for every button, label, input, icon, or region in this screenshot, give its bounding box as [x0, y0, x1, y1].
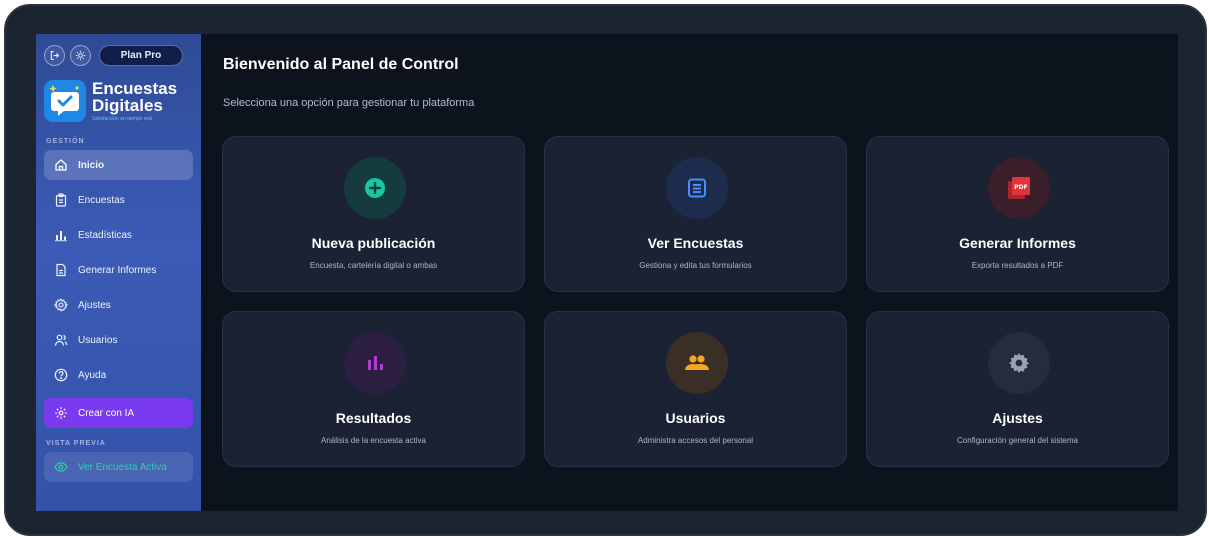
card-description: Encuesta, cartelería digital o ambas: [309, 261, 438, 270]
view-active-survey-label: Ver Encuesta Activa: [78, 461, 167, 473]
plus-circle-icon: [365, 178, 385, 198]
logout-button[interactable]: [44, 44, 65, 66]
sidebar-item-label: Generar Informes: [78, 264, 157, 276]
card-icon-bg: PDF: [988, 157, 1050, 219]
sidebar-item-estadisticas[interactable]: Estadísticas: [44, 220, 193, 250]
sidebar: Plan Pro Encuestas Digitales Satisfacció…: [36, 34, 201, 511]
page-title: Bienvenido al Panel de Control: [223, 56, 459, 73]
sidebar-item-usuarios[interactable]: Usuarios: [44, 325, 193, 355]
sun-icon: [75, 50, 86, 60]
svg-text:PDF: PDF: [1014, 184, 1027, 191]
pdf-icon: PDF: [1008, 177, 1030, 199]
app-window: Plan Pro Encuestas Digitales Satisfacció…: [36, 34, 1178, 511]
sparkle-icon: [54, 406, 68, 420]
document-icon: [54, 263, 68, 277]
sidebar-item-label: Inicio: [78, 159, 105, 171]
gear-icon: [1009, 353, 1030, 373]
card-icon-bg: [344, 157, 406, 219]
card-generar-informes[interactable]: PDF Generar Informes Exporta resultados …: [866, 136, 1169, 292]
help-icon: [54, 368, 68, 382]
sidebar-item-ayuda[interactable]: Ayuda: [44, 360, 193, 390]
card-title: Usuarios: [665, 410, 726, 426]
sidebar-item-generar-informes[interactable]: Generar Informes: [44, 255, 193, 285]
brand-logo: [44, 80, 86, 122]
gear-icon: [54, 298, 68, 312]
card-description: Gestiona y edita tus formularios: [639, 261, 752, 270]
bar-chart-icon: [368, 356, 383, 370]
brand: Encuestas Digitales Satisfacción en tiem…: [44, 78, 193, 124]
card-title: Ajustes: [992, 410, 1043, 426]
card-description: Análisis de la encuesta activa: [321, 436, 426, 445]
section-label-vista-previa: VISTA PREVIA: [46, 440, 106, 447]
eye-icon: [54, 460, 68, 474]
card-title: Generar Informes: [959, 235, 1076, 251]
view-active-survey-button[interactable]: Ver Encuesta Activa: [44, 452, 193, 482]
sidebar-item-label: Ajustes: [78, 299, 111, 311]
bar-chart-icon: [54, 228, 68, 242]
card-title: Nueva publicación: [311, 235, 436, 251]
main-content: Bienvenido al Panel de Control Seleccion…: [201, 34, 1178, 511]
page-subtitle: Selecciona una opción para gestionar tu …: [223, 97, 475, 109]
create-with-ai-button[interactable]: Crear con IA: [44, 398, 193, 428]
card-icon-bg: [988, 332, 1050, 394]
brand-title-line1: Encuestas: [92, 78, 178, 98]
card-description: Administra accesos del personal: [637, 436, 754, 445]
sidebar-item-label: Ayuda: [78, 369, 107, 381]
home-icon: [54, 158, 68, 172]
survey-check-icon: [49, 85, 79, 116]
sidebar-item-label: Estadísticas: [78, 229, 132, 241]
sidebar-item-encuestas[interactable]: Encuestas: [44, 185, 193, 215]
brand-text: Encuestas Digitales Satisfacción en tiem…: [92, 80, 177, 123]
sidebar-item-label: Encuestas: [78, 194, 125, 206]
card-title: Resultados: [335, 410, 412, 426]
sidebar-item-inicio[interactable]: Inicio: [44, 150, 193, 180]
plan-badge-button[interactable]: Plan Pro: [99, 44, 183, 66]
card-description: Exporta resultados a PDF: [971, 261, 1064, 270]
card-title: Ver Encuestas: [647, 235, 744, 251]
list-icon: [688, 178, 706, 198]
users-icon: [685, 355, 709, 370]
logout-icon: [50, 50, 60, 60]
card-nueva-publicacion[interactable]: Nueva publicación Encuesta, cartelería d…: [222, 136, 525, 292]
create-with-ai-label: Crear con IA: [78, 407, 135, 419]
section-label-gestion: GESTIÓN: [46, 138, 85, 145]
card-icon-bg: [666, 332, 728, 394]
clipboard-icon: [54, 193, 68, 207]
sidebar-item-label: Usuarios: [78, 334, 118, 346]
sidebar-topbar: Plan Pro: [44, 44, 193, 66]
brand-tagline: Satisfacción en tiempo real: [92, 115, 153, 122]
card-resultados[interactable]: Resultados Análisis de la encuesta activ…: [222, 311, 525, 467]
sidebar-item-ajustes[interactable]: Ajustes: [44, 290, 193, 320]
brand-title-line2: Digitales: [92, 95, 163, 115]
card-ver-encuestas[interactable]: Ver Encuestas Gestiona y edita tus formu…: [544, 136, 847, 292]
card-description: Configuración general del sistema: [957, 436, 1078, 445]
card-usuarios[interactable]: Usuarios Administra accesos del personal: [544, 311, 847, 467]
card-ajustes[interactable]: Ajustes Configuración general del sistem…: [866, 311, 1169, 467]
theme-toggle-button[interactable]: [70, 44, 91, 66]
card-icon-bg: [344, 332, 406, 394]
card-icon-bg: [666, 157, 728, 219]
users-icon: [54, 333, 68, 347]
